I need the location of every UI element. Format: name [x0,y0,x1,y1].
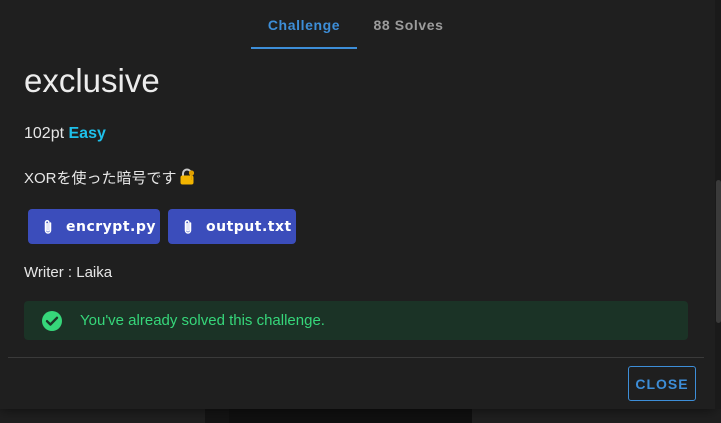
difficulty-badge: Easy [68,125,106,142]
file-name: output.txt [206,218,292,235]
writer-credit: Writer : Laika [24,264,113,281]
challenge-description: XORを使った暗号です [24,167,196,189]
background-panel [229,409,472,423]
challenge-dialog: Challenge 88 Solves exclusive 102pt Easy… [0,0,715,409]
check-circle-icon [41,310,63,332]
background-panel [0,409,205,423]
footer-divider [8,357,704,358]
points-line: 102pt Easy [24,125,106,143]
file-download-button[interactable]: encrypt.py [28,209,160,244]
challenge-title: exclusive [24,62,160,99]
tab-solves[interactable]: 88 Solves [357,0,460,49]
tab-challenge[interactable]: Challenge [251,0,357,49]
lock-key-icon [179,168,196,189]
paperclip-icon [182,219,194,235]
file-download-button[interactable]: output.txt [168,209,296,244]
points-value: 102pt [24,125,65,142]
scrollbar-thumb[interactable] [716,180,721,323]
dialog-tabs: Challenge 88 Solves [0,0,715,49]
background-panel [472,409,721,423]
solved-alert: You've already solved this challenge. [24,301,688,340]
paperclip-icon [42,219,54,235]
file-name: encrypt.py [66,218,156,235]
close-button[interactable]: CLOSE [628,366,696,401]
description-text: XORを使った暗号です [24,170,177,187]
alert-text: You've already solved this challenge. [80,312,325,329]
